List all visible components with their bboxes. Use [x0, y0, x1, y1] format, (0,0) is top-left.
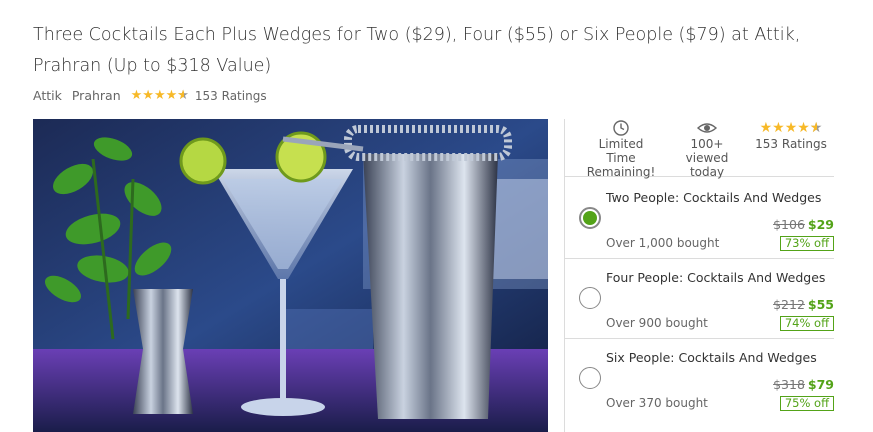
half-star-icon: ★ — [177, 89, 189, 102]
option-six-people[interactable]: Six People: Cocktails And Wedges $318 $79… — [565, 339, 834, 418]
option-radio[interactable] — [579, 367, 601, 389]
viewed-line1: 100+ viewed — [685, 137, 729, 165]
option-radio[interactable] — [579, 207, 601, 229]
original-price: $106 — [773, 217, 805, 232]
original-price: $212 — [773, 297, 805, 312]
cocktail-photo — [33, 119, 548, 432]
rating-stat-count: 153 Ratings — [755, 137, 827, 151]
star-icon: ★ — [759, 120, 773, 136]
option-name: Four People: Cocktails And Wedges — [606, 270, 826, 285]
option-price: $106 $29 — [773, 217, 834, 232]
option-two-people[interactable]: Two People: Cocktails And Wedges $106 $29… — [565, 179, 834, 259]
half-star-icon: ★ — [810, 121, 823, 135]
star-icon: ★ — [772, 120, 785, 136]
rating-stars[interactable]: ★ ★ ★ ★ ★ — [131, 89, 189, 102]
deal-options-panel: Limited Time Remaining! 100+ viewed toda… — [564, 119, 834, 432]
deal-stats: Limited Time Remaining! 100+ viewed toda… — [565, 119, 834, 179]
deal-price: $29 — [807, 217, 834, 232]
viewed-line2: today — [689, 165, 725, 179]
option-name: Two People: Cocktails And Wedges — [606, 190, 822, 205]
option-radio[interactable] — [579, 287, 601, 309]
deal-price: $55 — [807, 297, 834, 312]
option-price: $318 $79 — [773, 377, 834, 392]
deal-title: Three Cocktails Each Plus Wedges for Two… — [33, 25, 801, 76]
option-name: Six People: Cocktails And Wedges — [606, 350, 817, 365]
star-icon: ★ — [797, 120, 810, 136]
viewed-stat: 100+ viewed today — [669, 119, 745, 179]
deal-meta: Attik Prahran ★ ★ ★ ★ ★ 153 Ratings — [33, 88, 267, 103]
merchant-link[interactable]: Attik — [33, 88, 62, 103]
star-icon: ★ — [153, 88, 166, 103]
original-price: $318 — [773, 377, 805, 392]
option-price: $212 $55 — [773, 297, 834, 312]
discount-badge: 74% off — [779, 316, 834, 331]
star-icon: ★ — [142, 88, 154, 103]
option-four-people[interactable]: Four People: Cocktails And Wedges $212 $5… — [565, 259, 834, 339]
bought-count: Over 900 bought — [606, 316, 708, 330]
ratings-count[interactable]: 153 Ratings — [195, 89, 267, 103]
rating-stat[interactable]: ★ ★ ★ ★ ★ 153 Ratings — [753, 119, 829, 151]
star-icon: ★ — [165, 88, 178, 103]
limited-time-line2: Remaining! — [586, 165, 656, 179]
rating-stars-small: ★ ★ ★ ★ ★ — [753, 119, 829, 137]
limited-time-stat: Limited Time Remaining! — [583, 119, 659, 179]
star-icon: ★ — [130, 88, 143, 103]
location-link[interactable]: Prahran — [72, 88, 121, 103]
star-icon: ★ — [784, 120, 798, 136]
bought-count: Over 1,000 bought — [606, 236, 720, 250]
eye-icon — [696, 123, 718, 133]
limited-time-line1: Limited Time — [598, 137, 644, 165]
discount-badge: 73% off — [779, 236, 834, 251]
bought-count: Over 370 bought — [606, 396, 708, 410]
discount-badge: 75% off — [779, 396, 834, 411]
deal-price: $79 — [807, 377, 834, 392]
deal-image[interactable] — [33, 119, 548, 432]
clock-icon — [613, 120, 629, 136]
